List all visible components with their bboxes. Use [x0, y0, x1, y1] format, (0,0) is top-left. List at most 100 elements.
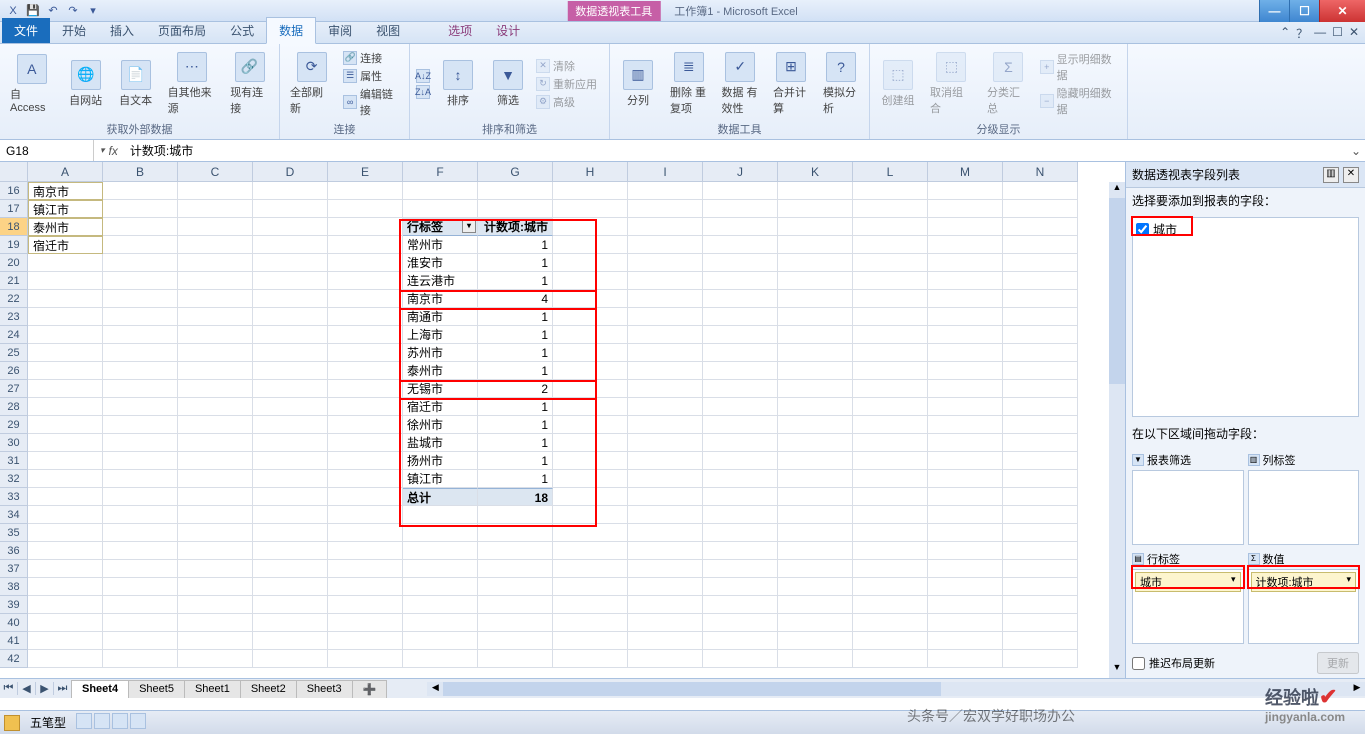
cell[interactable] [1003, 200, 1078, 218]
cell[interactable] [103, 470, 178, 488]
column-header[interactable]: K [778, 162, 853, 182]
cell[interactable]: 1 [478, 272, 553, 290]
cell[interactable] [253, 434, 328, 452]
cell[interactable] [478, 506, 553, 524]
qat-undo-icon[interactable]: ↶ [44, 2, 62, 20]
cell[interactable] [1003, 308, 1078, 326]
cell[interactable] [28, 452, 103, 470]
cell[interactable] [703, 236, 778, 254]
cell[interactable] [553, 614, 628, 632]
refresh-all-button[interactable]: ⟳全部刷新 [286, 50, 337, 118]
vertical-scrollbar[interactable]: ▲ ▼ [1109, 182, 1125, 678]
cell[interactable] [628, 578, 703, 596]
cell[interactable] [553, 416, 628, 434]
cell[interactable] [853, 452, 928, 470]
cell[interactable] [478, 650, 553, 668]
cell[interactable] [928, 236, 1003, 254]
cell[interactable] [703, 632, 778, 650]
cell[interactable] [1003, 272, 1078, 290]
cell[interactable] [478, 596, 553, 614]
cell[interactable] [403, 632, 478, 650]
cell[interactable] [328, 326, 403, 344]
cell[interactable] [253, 326, 328, 344]
cell[interactable] [1003, 380, 1078, 398]
text-to-columns-button[interactable]: ▥分列 [616, 58, 660, 110]
cell[interactable]: 常州市 [403, 236, 478, 254]
cell[interactable] [1003, 398, 1078, 416]
cell[interactable] [778, 488, 853, 506]
cell[interactable] [703, 542, 778, 560]
cell[interactable] [28, 344, 103, 362]
cell[interactable] [1003, 344, 1078, 362]
from-access-button[interactable]: A自 Access [6, 52, 58, 116]
select-all-corner[interactable] [0, 162, 28, 182]
sheet-nav-prev[interactable]: ◀ [18, 682, 36, 695]
cell[interactable] [253, 542, 328, 560]
cell[interactable] [778, 272, 853, 290]
cell[interactable] [853, 380, 928, 398]
row-header[interactable]: 41 [0, 632, 28, 650]
name-box[interactable]: G18 [0, 140, 94, 161]
consolidate-button[interactable]: ⊞合并计算 [769, 50, 813, 118]
cell[interactable] [328, 614, 403, 632]
cell[interactable] [103, 272, 178, 290]
cell[interactable] [1003, 434, 1078, 452]
row-header[interactable]: 18 [0, 218, 28, 236]
cell[interactable] [853, 488, 928, 506]
cell[interactable] [328, 236, 403, 254]
cell[interactable] [328, 182, 403, 200]
cell[interactable]: 行标签▾ [403, 218, 478, 236]
row-header[interactable]: 21 [0, 272, 28, 290]
cell[interactable] [328, 362, 403, 380]
cell[interactable] [778, 290, 853, 308]
reapply-button[interactable]: ↻重新应用 [536, 76, 597, 92]
cell[interactable] [928, 380, 1003, 398]
cell[interactable] [28, 524, 103, 542]
sort-button[interactable]: ↕排序 [436, 58, 480, 110]
cell[interactable] [28, 506, 103, 524]
cell[interactable] [103, 326, 178, 344]
cell[interactable]: 1 [478, 470, 553, 488]
row-header[interactable]: 32 [0, 470, 28, 488]
cell[interactable] [778, 200, 853, 218]
cell[interactable] [928, 200, 1003, 218]
cell[interactable]: 1 [478, 308, 553, 326]
cell[interactable] [253, 596, 328, 614]
tab-insert[interactable]: 插入 [98, 18, 146, 43]
cell[interactable] [1003, 524, 1078, 542]
cell[interactable] [253, 398, 328, 416]
cell[interactable] [103, 596, 178, 614]
cell[interactable] [853, 398, 928, 416]
cell[interactable] [628, 308, 703, 326]
column-header[interactable]: E [328, 162, 403, 182]
cell[interactable] [928, 398, 1003, 416]
cell[interactable]: 4 [478, 290, 553, 308]
cell[interactable] [1003, 488, 1078, 506]
cell[interactable] [103, 578, 178, 596]
cell[interactable] [778, 632, 853, 650]
cell[interactable] [703, 182, 778, 200]
cell[interactable] [778, 254, 853, 272]
cell[interactable] [928, 578, 1003, 596]
cell[interactable] [103, 344, 178, 362]
cell[interactable] [478, 542, 553, 560]
cell[interactable] [253, 272, 328, 290]
cell[interactable] [178, 200, 253, 218]
tab-view[interactable]: 视图 [364, 18, 412, 43]
cell[interactable] [178, 524, 253, 542]
cell[interactable] [628, 182, 703, 200]
cell[interactable] [928, 254, 1003, 272]
update-button[interactable]: 更新 [1317, 652, 1359, 674]
doc-close-icon[interactable]: ✕ [1349, 25, 1359, 42]
ungroup-button[interactable]: ⬚取消组合 [926, 50, 977, 118]
cell[interactable] [553, 434, 628, 452]
cell[interactable] [853, 362, 928, 380]
cell[interactable] [328, 200, 403, 218]
cell[interactable] [778, 524, 853, 542]
cell[interactable] [328, 632, 403, 650]
qat-redo-icon[interactable]: ↷ [64, 2, 82, 20]
dropdown-icon[interactable]: ▾ [1346, 574, 1351, 590]
cell[interactable] [703, 596, 778, 614]
cell[interactable] [253, 254, 328, 272]
column-header[interactable]: G [478, 162, 553, 182]
